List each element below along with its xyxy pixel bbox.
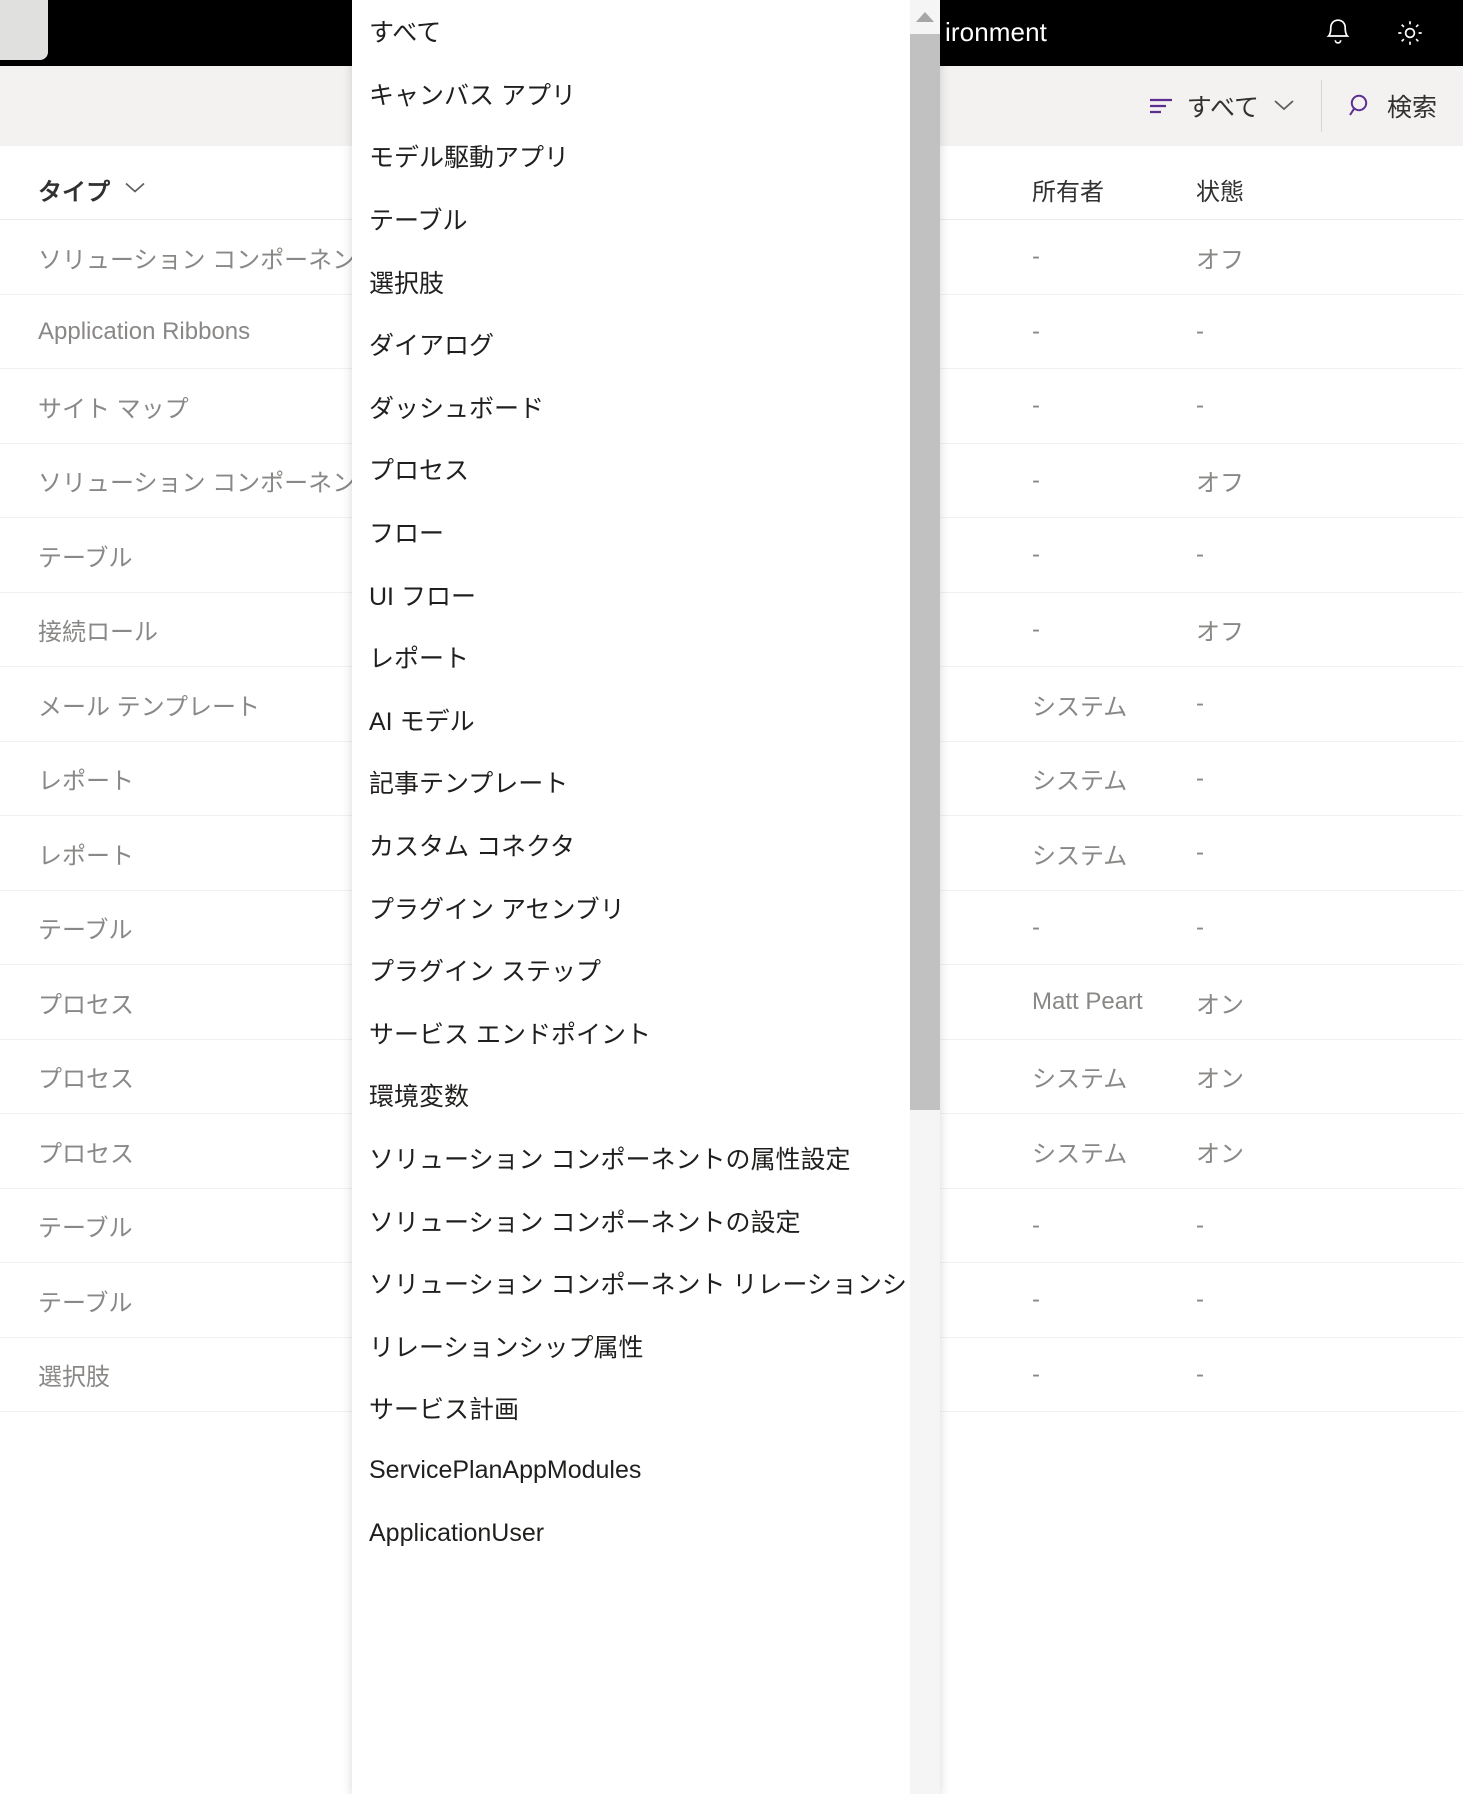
flyout-option[interactable]: ソリューション コンポーネントの設定	[352, 1189, 910, 1252]
flyout-option[interactable]: カスタム コネクタ	[352, 814, 910, 877]
header-left-tab[interactable]	[0, 0, 48, 60]
notification-bell-icon[interactable]	[1321, 16, 1355, 50]
cell-owner: システム	[1032, 1114, 1182, 1189]
cell-state: オフ	[1196, 593, 1336, 668]
scrollbar-thumb[interactable]	[910, 34, 940, 1110]
cell-state: -	[1196, 518, 1336, 593]
cell-owner: -	[1032, 369, 1182, 444]
column-header-type-label: タイプ	[38, 172, 110, 207]
cell-owner: -	[1032, 1263, 1182, 1338]
cell-state: オフ	[1196, 220, 1336, 295]
flyout-option[interactable]: キャンバス アプリ	[352, 63, 910, 126]
scrollbar-track[interactable]	[910, 1110, 940, 1794]
flyout-scrollbar[interactable]	[910, 0, 940, 1794]
cell-state: オン	[1196, 1040, 1336, 1115]
cell-state: -	[1196, 891, 1336, 966]
flyout-option[interactable]: プラグイン ステップ	[352, 939, 910, 1002]
type-filter-flyout: すべてキャンバス アプリモデル駆動アプリテーブル選択肢ダイアログダッシュボードプ…	[352, 0, 940, 1794]
chevron-down-icon	[1273, 96, 1295, 117]
flyout-option[interactable]: レポート	[352, 626, 910, 689]
flyout-option[interactable]: ダッシュボード	[352, 376, 910, 439]
cell-state: -	[1196, 1263, 1336, 1338]
flyout-option[interactable]: ApplicationUser	[352, 1502, 910, 1565]
cell-owner: -	[1032, 891, 1182, 966]
column-header-type[interactable]: タイプ	[38, 172, 146, 207]
flyout-option[interactable]: すべて	[352, 0, 910, 63]
cell-state: -	[1196, 1338, 1336, 1413]
flyout-option[interactable]: サービス計画	[352, 1377, 910, 1440]
flyout-option[interactable]: テーブル	[352, 188, 910, 251]
filter-lines-icon	[1147, 95, 1175, 117]
column-header-owner-label: 所有者	[1032, 172, 1104, 207]
cell-owner: システム	[1032, 742, 1182, 817]
flyout-option[interactable]: 記事テンプレート	[352, 751, 910, 814]
flyout-option[interactable]: プロセス	[352, 438, 910, 501]
cell-owner: -	[1032, 593, 1182, 668]
flyout-option[interactable]: 選択肢	[352, 250, 910, 313]
cell-owner: -	[1032, 518, 1182, 593]
flyout-option[interactable]: ソリューション コンポーネント リレーションシップの設定	[352, 1252, 910, 1315]
settings-gear-icon[interactable]	[1393, 16, 1427, 50]
cell-owner: -	[1032, 444, 1182, 519]
chevron-down-icon	[124, 181, 146, 199]
flyout-option[interactable]: プラグイン アセンブリ	[352, 876, 910, 939]
flyout-option[interactable]: ソリューション コンポーネントの属性設定	[352, 1127, 910, 1190]
cell-state: オン	[1196, 965, 1336, 1040]
cell-owner: システム	[1032, 667, 1182, 742]
cell-owner: システム	[1032, 1040, 1182, 1115]
header-icon-group	[1321, 0, 1449, 66]
cell-state: -	[1196, 816, 1336, 891]
cell-state: -	[1196, 742, 1336, 817]
column-header-owner[interactable]: 所有者	[1032, 172, 1104, 207]
column-header-state[interactable]: 状態	[1196, 172, 1244, 207]
cell-state: オン	[1196, 1114, 1336, 1189]
cell-state: -	[1196, 1189, 1336, 1264]
cell-owner: -	[1032, 295, 1182, 370]
cell-owner: Matt Peart	[1032, 965, 1182, 1040]
cell-state: -	[1196, 295, 1336, 370]
flyout-option[interactable]: ダイアログ	[352, 313, 910, 376]
scroll-up-arrow-icon[interactable]	[910, 0, 940, 34]
flyout-option[interactable]: リレーションシップ属性	[352, 1314, 910, 1377]
cell-owner: -	[1032, 1189, 1182, 1264]
flyout-option[interactable]: UI フロー	[352, 563, 910, 626]
flyout-option[interactable]: モデル駆動アプリ	[352, 125, 910, 188]
cell-state: オフ	[1196, 444, 1336, 519]
environment-title: ironment	[945, 17, 1047, 48]
cell-state: -	[1196, 369, 1336, 444]
cell-owner: -	[1032, 1338, 1182, 1413]
flyout-option[interactable]: フロー	[352, 501, 910, 564]
filter-all-dropdown[interactable]: すべて	[1121, 66, 1321, 146]
cell-state: -	[1196, 667, 1336, 742]
cell-owner: -	[1032, 220, 1182, 295]
filter-all-label: すべて	[1187, 88, 1259, 124]
command-bar-actions: すべて 検索	[1121, 66, 1463, 146]
search-button[interactable]: 検索	[1321, 66, 1463, 146]
cell-owner: システム	[1032, 816, 1182, 891]
type-filter-option-list: すべてキャンバス アプリモデル駆動アプリテーブル選択肢ダイアログダッシュボードプ…	[352, 0, 910, 1565]
search-label: 検索	[1387, 88, 1437, 124]
flyout-option[interactable]: 環境変数	[352, 1064, 910, 1127]
column-header-state-label: 状態	[1196, 172, 1244, 207]
flyout-option[interactable]: ServicePlanAppModules	[352, 1440, 910, 1503]
flyout-option[interactable]: AI モデル	[352, 689, 910, 752]
search-icon	[1347, 92, 1375, 120]
app-screen: ironment	[0, 0, 1463, 1794]
flyout-option[interactable]: サービス エンドポイント	[352, 1002, 910, 1065]
